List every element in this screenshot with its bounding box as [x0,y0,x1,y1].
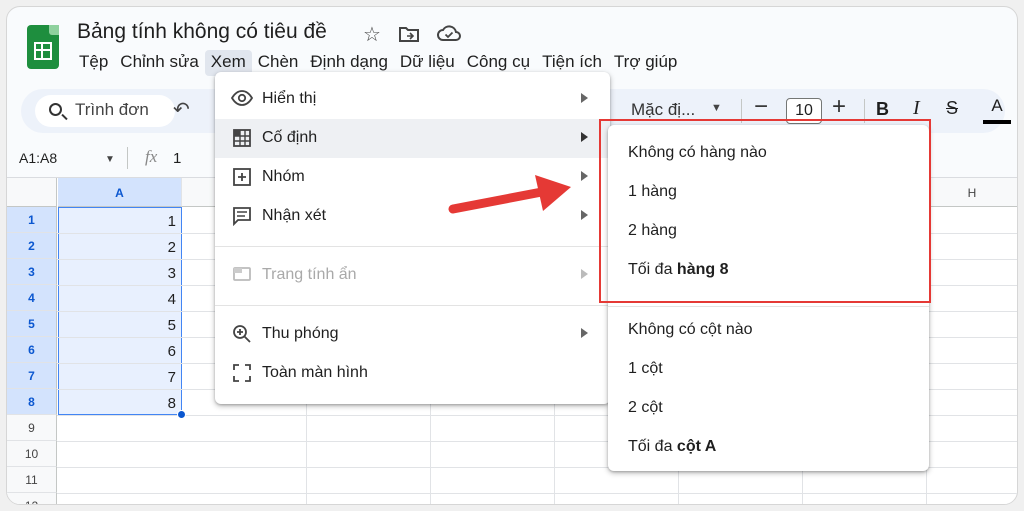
highlight-box [599,119,931,303]
row-header[interactable]: 2 [7,233,57,259]
chevron-down-icon[interactable]: ▼ [105,154,115,165]
row-header[interactable]: 10 [7,441,57,467]
freeze-no-columns[interactable]: Không có cột nào [628,321,753,339]
strikethrough-button[interactable]: S [946,98,958,119]
row-header[interactable]: 9 [7,415,57,441]
menu-divider [215,305,610,306]
freeze-grid-icon [231,128,253,148]
menu-item-show[interactable]: Hiển thị [215,80,610,119]
menu-item-label: Toàn màn hình [262,364,368,381]
cell-a6[interactable]: 6 [58,338,180,364]
row-header[interactable]: 8 [7,389,57,415]
search-icon [49,103,62,116]
row-header[interactable]: 3 [7,259,57,285]
menu-item-freeze[interactable]: Cố định [215,119,610,158]
search-menus-label: Trình đơn [75,100,149,119]
menu-item-label: Nhận xét [262,207,327,224]
menu-item-fullscreen[interactable]: Toàn màn hình [215,354,610,393]
decrease-font-size-button[interactable]: − [754,93,768,121]
zoom-icon [231,324,253,344]
submenu-arrow-icon [581,328,588,338]
cell-a2[interactable]: 2 [58,234,180,260]
increase-font-size-button[interactable]: + [832,93,846,121]
comment-icon [231,206,253,227]
menu-item-label: Thu phóng [262,325,339,342]
row-header[interactable]: 1 [7,207,57,233]
freeze-2-columns[interactable]: 2 cột [628,399,663,417]
grid-line [57,493,1017,494]
font-family-select[interactable]: Mặc đị... [631,100,695,120]
freeze-up-to-column[interactable]: Tối đa cột A [628,438,716,456]
select-all-corner[interactable] [7,178,57,207]
row-header[interactable]: 5 [7,311,57,337]
column-header-h[interactable]: H [926,178,1017,207]
submenu-arrow-icon [581,132,588,142]
text-color-button[interactable]: A [983,96,1011,116]
freeze-up-to-col-target: cột A [676,438,717,455]
row-header[interactable]: 11 [7,467,57,493]
menu-item-label: Nhóm [262,168,305,185]
view-menu: Hiển thị Cố định Nhóm Nhận xét Trang tín… [215,72,610,404]
cloud-saved-icon[interactable] [437,24,461,48]
cell-a3[interactable]: 3 [58,260,180,286]
row-header[interactable]: 4 [7,285,57,311]
menu-help[interactable]: Trợ giúp [608,50,683,76]
fx-icon: fx [145,147,158,166]
submenu-arrow-icon [581,210,588,220]
submenu-arrow-icon [581,171,588,181]
column-header-a[interactable]: A [58,178,182,207]
cell-a8[interactable]: 8 [58,390,180,416]
freeze-up-to-col-prefix: Tối đa [628,438,677,455]
fill-handle[interactable] [177,410,186,419]
text-color-swatch [983,120,1011,124]
row-header[interactable]: 6 [7,337,57,363]
search-menus-button[interactable]: Trình đơn [35,95,175,127]
menu-item-label: Hiển thị [262,90,317,107]
cell-a1[interactable]: 1 [58,208,180,234]
cell-a5[interactable]: 5 [58,312,180,338]
submenu-arrow-icon [581,93,588,103]
row-header[interactable]: 12 [7,493,57,504]
menu-item-zoom[interactable]: Thu phóng [215,315,610,354]
submenu-arrow-icon [581,269,588,279]
formula-input[interactable]: 1 [173,150,181,167]
formula-divider [127,147,128,169]
menu-item-label: Trang tính ẩn [262,266,357,283]
fullscreen-icon [231,363,253,383]
document-title[interactable]: Bảng tính không có tiêu đề [77,20,327,44]
cell-a7[interactable]: 7 [58,364,180,390]
menu-item-label: Cố định [262,129,318,146]
name-box[interactable]: A1:A8 [19,150,57,166]
undo-icon[interactable]: ↶ [173,97,190,122]
menu-item-hidden-sheets: Trang tính ẩn [215,256,610,295]
red-arrow-icon [447,169,577,224]
submenu-divider [608,306,929,307]
hidden-sheet-icon [231,265,253,285]
eye-icon [230,89,254,109]
row-header[interactable]: 7 [7,363,57,389]
app-window: Bảng tính không có tiêu đề ☆ Tệp Chỉnh s… [6,6,1018,505]
sheets-logo-icon[interactable] [27,25,59,69]
star-icon[interactable]: ☆ [363,22,381,47]
menu-edit[interactable]: Chỉnh sửa [114,50,204,76]
group-plus-icon [231,167,253,187]
move-to-folder-icon[interactable] [399,25,419,48]
cell-a4[interactable]: 4 [58,286,180,312]
italic-button[interactable]: I [913,97,920,120]
freeze-1-column[interactable]: 1 cột [628,360,663,378]
menu-divider [215,246,610,247]
bold-button[interactable]: B [876,99,889,120]
menu-file[interactable]: Tệp [73,50,114,76]
chevron-down-icon[interactable]: ▼ [711,102,722,114]
